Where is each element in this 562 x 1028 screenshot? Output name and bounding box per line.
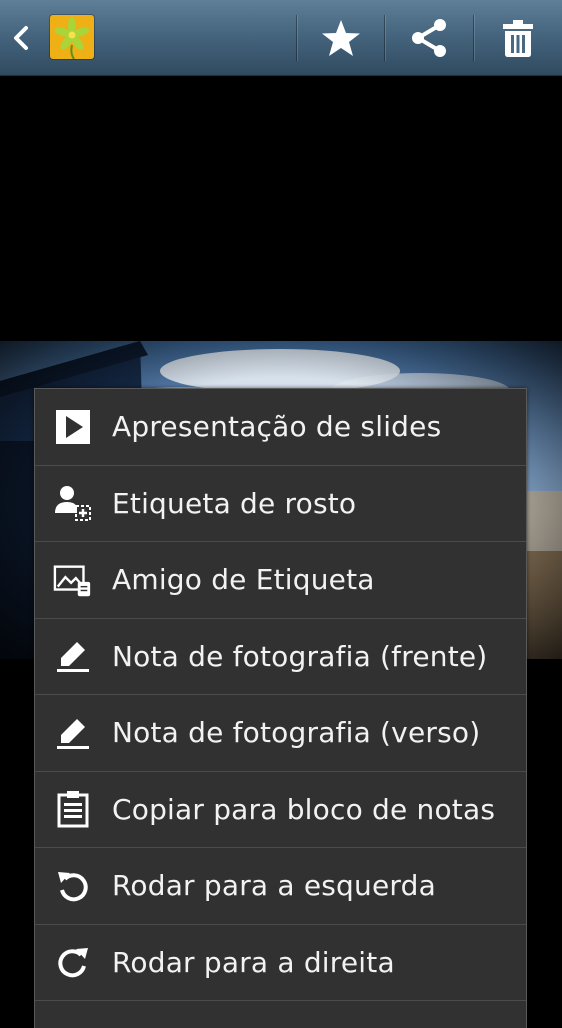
- menu-item-label: Amigo de Etiqueta: [112, 563, 375, 597]
- menu-item-label: Nota de fotografia (frente): [112, 639, 488, 673]
- menu-item-buddy-tag[interactable]: Amigo de Etiqueta: [35, 542, 526, 619]
- delete-button[interactable]: [474, 0, 562, 76]
- context-menu: Apresentação de slides Etiqueta de rosto: [34, 388, 527, 1028]
- pen-icon: [53, 636, 93, 676]
- share-button[interactable]: [385, 0, 473, 76]
- buddy-tag-icon: [53, 560, 93, 600]
- rotate-left-icon: [53, 866, 93, 906]
- rotate-right-icon: [53, 942, 93, 982]
- menu-item-slideshow[interactable]: Apresentação de slides: [35, 389, 526, 466]
- trash-icon: [503, 20, 533, 57]
- pen-icon: [53, 713, 93, 753]
- favorite-button[interactable]: [297, 0, 385, 76]
- menu-item-label: Nota de fotografia (verso): [112, 716, 481, 750]
- action-bar: [0, 0, 562, 76]
- chevron-left-icon: [14, 26, 28, 50]
- back-button[interactable]: [0, 0, 100, 76]
- menu-item-rotate-right[interactable]: Rodar para a direita: [35, 925, 526, 1001]
- menu-item-photo-note-front[interactable]: Nota de fotografia (frente): [35, 619, 526, 695]
- face-tag-icon: [53, 483, 93, 523]
- menu-item-copy-to-scrapbook[interactable]: Copiar para bloco de notas: [35, 772, 526, 848]
- gallery-flower-icon: [50, 15, 94, 59]
- menu-item-label: Apresentação de slides: [112, 410, 442, 444]
- share-icon: [412, 19, 446, 57]
- menu-item-rotate-left[interactable]: Rodar para a esquerda: [35, 848, 526, 925]
- star-icon: [322, 20, 360, 56]
- menu-item-label: Rodar para a esquerda: [112, 869, 436, 903]
- menu-item-label: Etiqueta de rosto: [112, 486, 357, 520]
- menu-item-label: Copiar para bloco de notas: [112, 792, 496, 826]
- menu-item-label: Rodar para a direita: [112, 945, 395, 979]
- menu-item-face-tag[interactable]: Etiqueta de rosto: [35, 466, 526, 542]
- play-icon: [53, 407, 93, 447]
- menu-item-photo-note-back[interactable]: Nota de fotografia (verso): [35, 695, 526, 772]
- clipboard-icon: [53, 789, 93, 829]
